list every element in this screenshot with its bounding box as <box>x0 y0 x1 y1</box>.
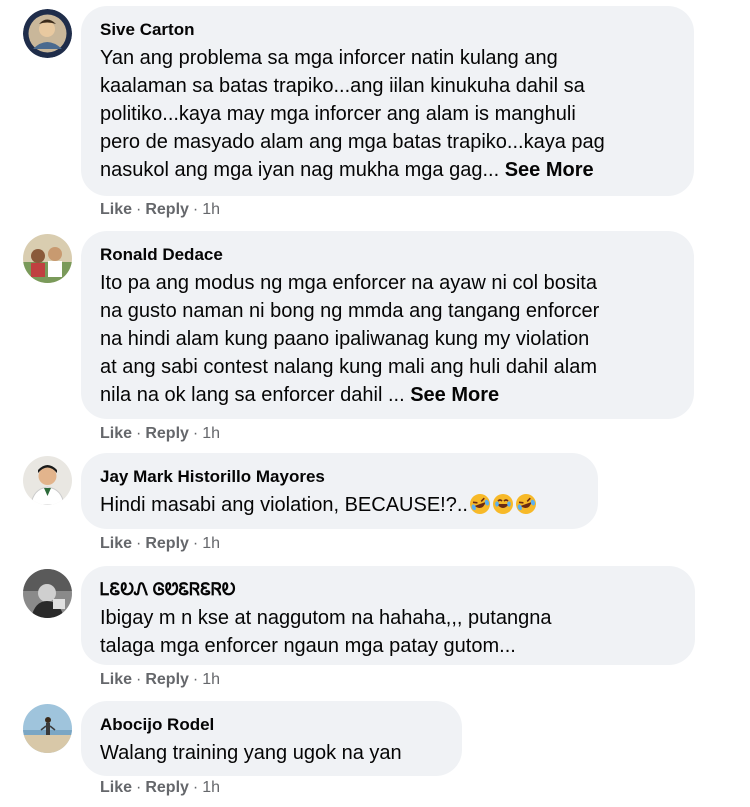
comment-timestamp[interactable]: 1h <box>202 535 220 552</box>
comment-timestamp[interactable]: 1h <box>202 201 220 218</box>
comment-text: Yan ang problema sa mga inforcer natin k… <box>100 44 676 184</box>
reply-button[interactable]: Reply <box>145 671 189 688</box>
separator: · <box>192 201 199 218</box>
separator: · <box>192 535 199 552</box>
comment-actions: Like · Reply · 1h <box>100 778 220 798</box>
grinning-sweat-emoji-icon <box>492 494 513 514</box>
user-avatar-icon <box>23 569 72 618</box>
reply-button[interactable]: Reply <box>145 535 189 552</box>
reply-button[interactable]: Reply <box>145 201 189 218</box>
avatar[interactable] <box>23 456 72 505</box>
comment-bubble: Jay Mark Historillo Mayores Hindi masabi… <box>81 453 598 529</box>
comment-bubble: Ronald Dedace Ito pa ang modus ng mga en… <box>81 231 694 419</box>
see-more-link[interactable]: See More <box>505 159 594 181</box>
comment-timestamp[interactable]: 1h <box>202 425 220 442</box>
user-avatar-icon <box>23 456 72 505</box>
reply-button[interactable]: Reply <box>145 779 189 796</box>
comment-text: Hindi masabi ang violation, BECAUSE!?.. <box>100 491 580 519</box>
separator: · <box>192 425 199 442</box>
separator: · <box>136 425 142 442</box>
avatar[interactable] <box>23 234 72 283</box>
like-button[interactable]: Like <box>100 535 132 552</box>
comment-author[interactable]: Abocijo Rodel <box>100 715 444 735</box>
comment-timestamp[interactable]: 1h <box>202 671 220 688</box>
avatar[interactable] <box>23 704 72 753</box>
comment-body: Hindi masabi ang violation, BECAUSE!?.. <box>100 494 468 516</box>
user-avatar-icon <box>23 234 72 283</box>
like-button[interactable]: Like <box>100 779 132 796</box>
comment-text: Ito pa ang modus ng mga enforcer na ayaw… <box>100 269 676 409</box>
comment-timestamp[interactable]: 1h <box>202 779 220 796</box>
reply-button[interactable]: Reply <box>145 425 189 442</box>
comment-bubble: Abocijo Rodel Walang training yang ugok … <box>81 701 462 776</box>
like-button[interactable]: Like <box>100 201 132 218</box>
separator: · <box>192 671 199 688</box>
avatar[interactable] <box>23 569 72 618</box>
comment-body: Walang training yang ugok na yan <box>100 742 402 764</box>
separator: · <box>136 671 142 688</box>
comment-actions: Like · Reply · 1h <box>100 424 220 444</box>
comment-author[interactable]: ᏞᏋᎧᏁ ᎶᏬᏋᏒᏋᏒᎧ <box>100 580 677 600</box>
comment-actions: Like · Reply · 1h <box>100 670 220 690</box>
rolling-laughing-emoji-icon <box>515 494 536 514</box>
rolling-laughing-emoji-icon <box>469 494 490 514</box>
comment-bubble: Sive Carton Yan ang problema sa mga info… <box>81 6 694 196</box>
avatar[interactable] <box>23 9 72 58</box>
user-avatar-icon <box>23 9 72 58</box>
separator: · <box>136 201 142 218</box>
separator: · <box>136 535 142 552</box>
comment-actions: Like · Reply · 1h <box>100 534 220 554</box>
like-button[interactable]: Like <box>100 671 132 688</box>
comment-actions: Like · Reply · 1h <box>100 200 220 220</box>
separator: · <box>192 779 199 796</box>
comment-author[interactable]: Sive Carton <box>100 20 676 40</box>
comment-body: Ibigay m n kse at naggutom na hahaha,,, … <box>100 607 552 657</box>
separator: · <box>136 779 142 796</box>
see-more-link[interactable]: See More <box>410 384 499 406</box>
comment-author[interactable]: Jay Mark Historillo Mayores <box>100 467 580 487</box>
user-avatar-icon <box>23 704 72 753</box>
comment-body: Ito pa ang modus ng mga enforcer na ayaw… <box>100 272 600 406</box>
comment-author[interactable]: Ronald Dedace <box>100 245 676 265</box>
like-button[interactable]: Like <box>100 425 132 442</box>
comment-bubble: ᏞᏋᎧᏁ ᎶᏬᏋᏒᏋᏒᎧ Ibigay m n kse at naggutom … <box>81 566 695 665</box>
